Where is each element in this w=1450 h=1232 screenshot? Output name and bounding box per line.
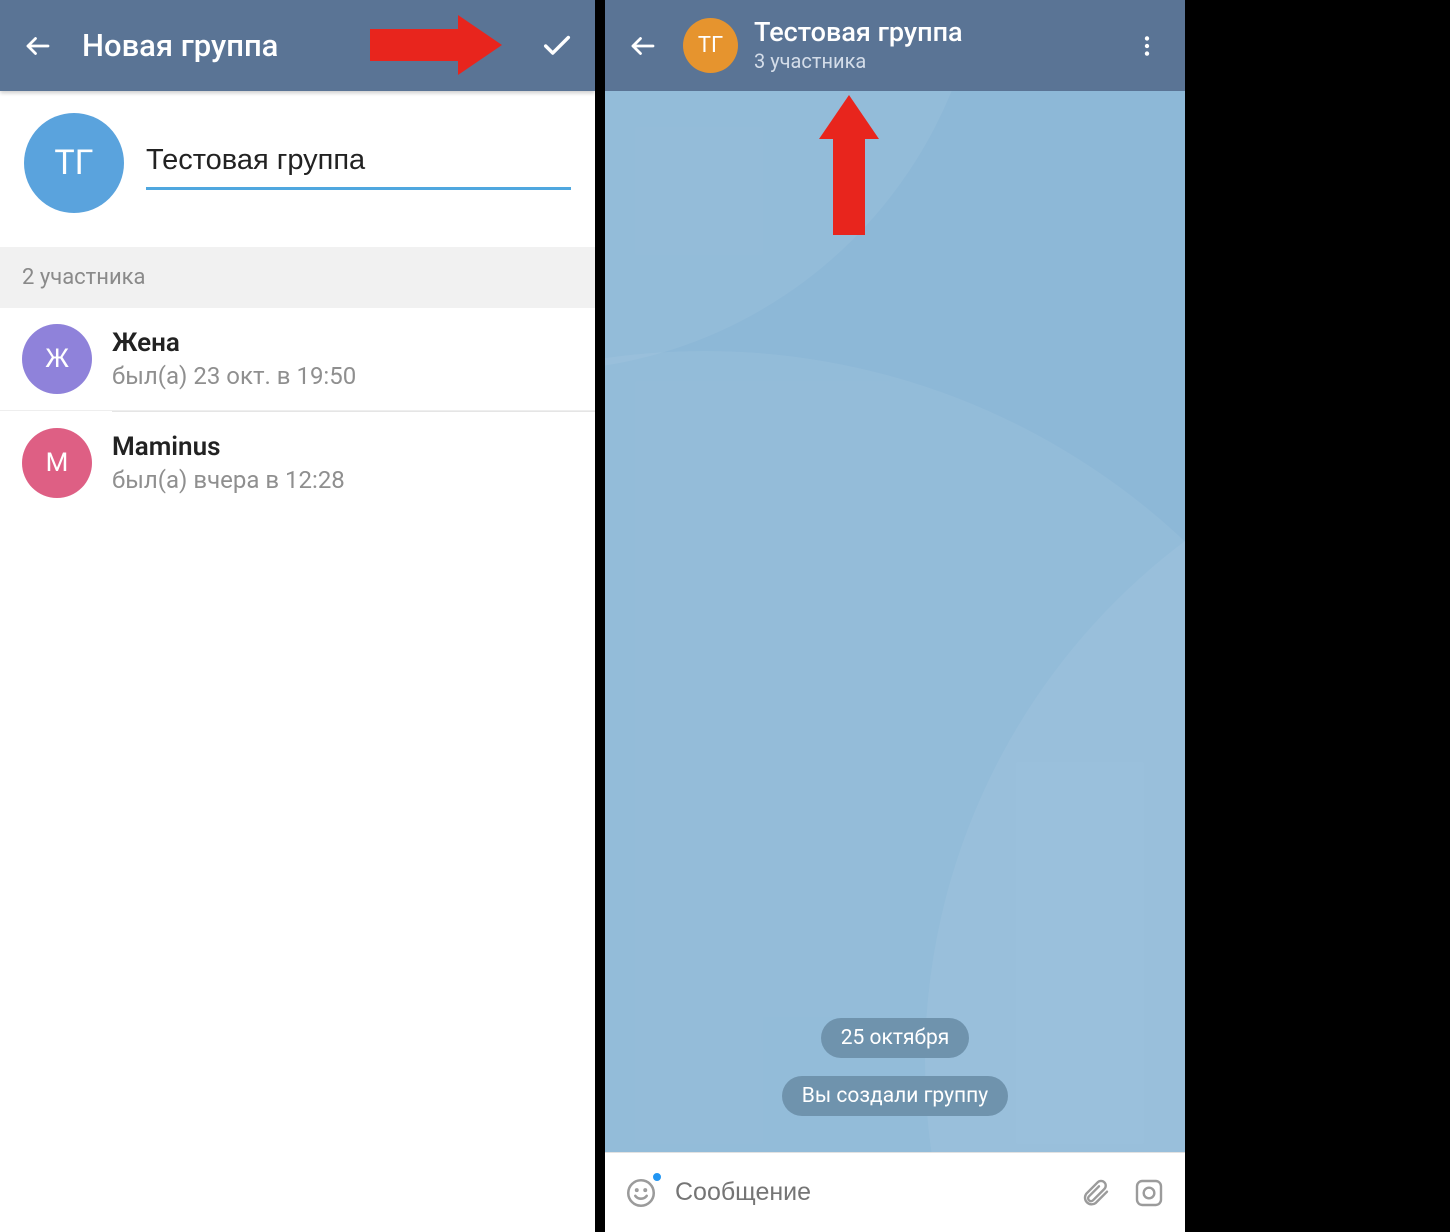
member-avatar: Ж	[22, 324, 92, 394]
member-item[interactable]: Ж Жена был(а) 23 окт. в 19:50	[0, 308, 595, 411]
member-avatar-initial: Ж	[45, 344, 69, 374]
group-name-section: ТГ	[0, 91, 595, 247]
header-bar: Новая группа	[0, 0, 595, 91]
member-name: Жена	[112, 328, 573, 358]
attach-button[interactable]	[1075, 1173, 1115, 1213]
message-input[interactable]	[675, 1178, 1061, 1207]
chat-avatar: ТГ	[683, 18, 738, 73]
notification-dot	[651, 1171, 663, 1183]
group-avatar-initials: ТГ	[54, 143, 93, 183]
more-options-button[interactable]	[1127, 26, 1167, 66]
confirm-button[interactable]	[537, 26, 577, 66]
paperclip-icon	[1079, 1177, 1111, 1209]
chat-header-bar: ТГ Тестовая группа 3 участника	[605, 0, 1185, 91]
members-count-label: 2 участника	[0, 247, 595, 308]
group-name-input[interactable]	[146, 136, 571, 190]
new-group-screen: Новая группа ТГ 2 участника Ж Жена был(а) …	[0, 0, 595, 1232]
chat-subtitle: 3 участника	[754, 49, 963, 73]
group-chat-screen: ТГ Тестовая группа 3 участника 25 октябр…	[605, 0, 1185, 1232]
check-icon	[540, 29, 574, 63]
member-name: Maminus	[112, 432, 573, 462]
member-status: был(а) 23 окт. в 19:50	[112, 362, 573, 390]
back-button[interactable]	[623, 26, 663, 66]
camera-button[interactable]	[1129, 1173, 1169, 1213]
member-avatar-initial: М	[46, 448, 69, 478]
member-item[interactable]: М Maminus был(а) вчера в 12:28	[0, 412, 595, 514]
member-avatar: М	[22, 428, 92, 498]
arrow-left-icon	[23, 31, 53, 61]
date-chip: 25 октября	[821, 1018, 970, 1058]
back-button[interactable]	[18, 26, 58, 66]
chat-title: Тестовая группа	[754, 18, 963, 48]
camera-icon	[1133, 1177, 1165, 1209]
members-list: Ж Жена был(а) 23 окт. в 19:50 М Maminus был(а…	[0, 308, 595, 514]
arrow-left-icon	[628, 31, 658, 61]
message-input-bar	[605, 1152, 1185, 1232]
emoji-button[interactable]	[621, 1173, 661, 1213]
more-vertical-icon	[1134, 33, 1160, 59]
header-title: Новая группа	[82, 27, 537, 64]
group-avatar[interactable]: ТГ	[24, 113, 124, 213]
chat-avatar-initials: ТГ	[698, 33, 723, 58]
system-message-chip: Вы создали группу	[782, 1076, 1008, 1116]
chat-body[interactable]: 25 октября Вы создали группу	[605, 91, 1185, 1152]
member-status: был(а) вчера в 12:28	[112, 466, 573, 494]
chat-header-info[interactable]: ТГ Тестовая группа 3 участника	[683, 18, 1127, 74]
